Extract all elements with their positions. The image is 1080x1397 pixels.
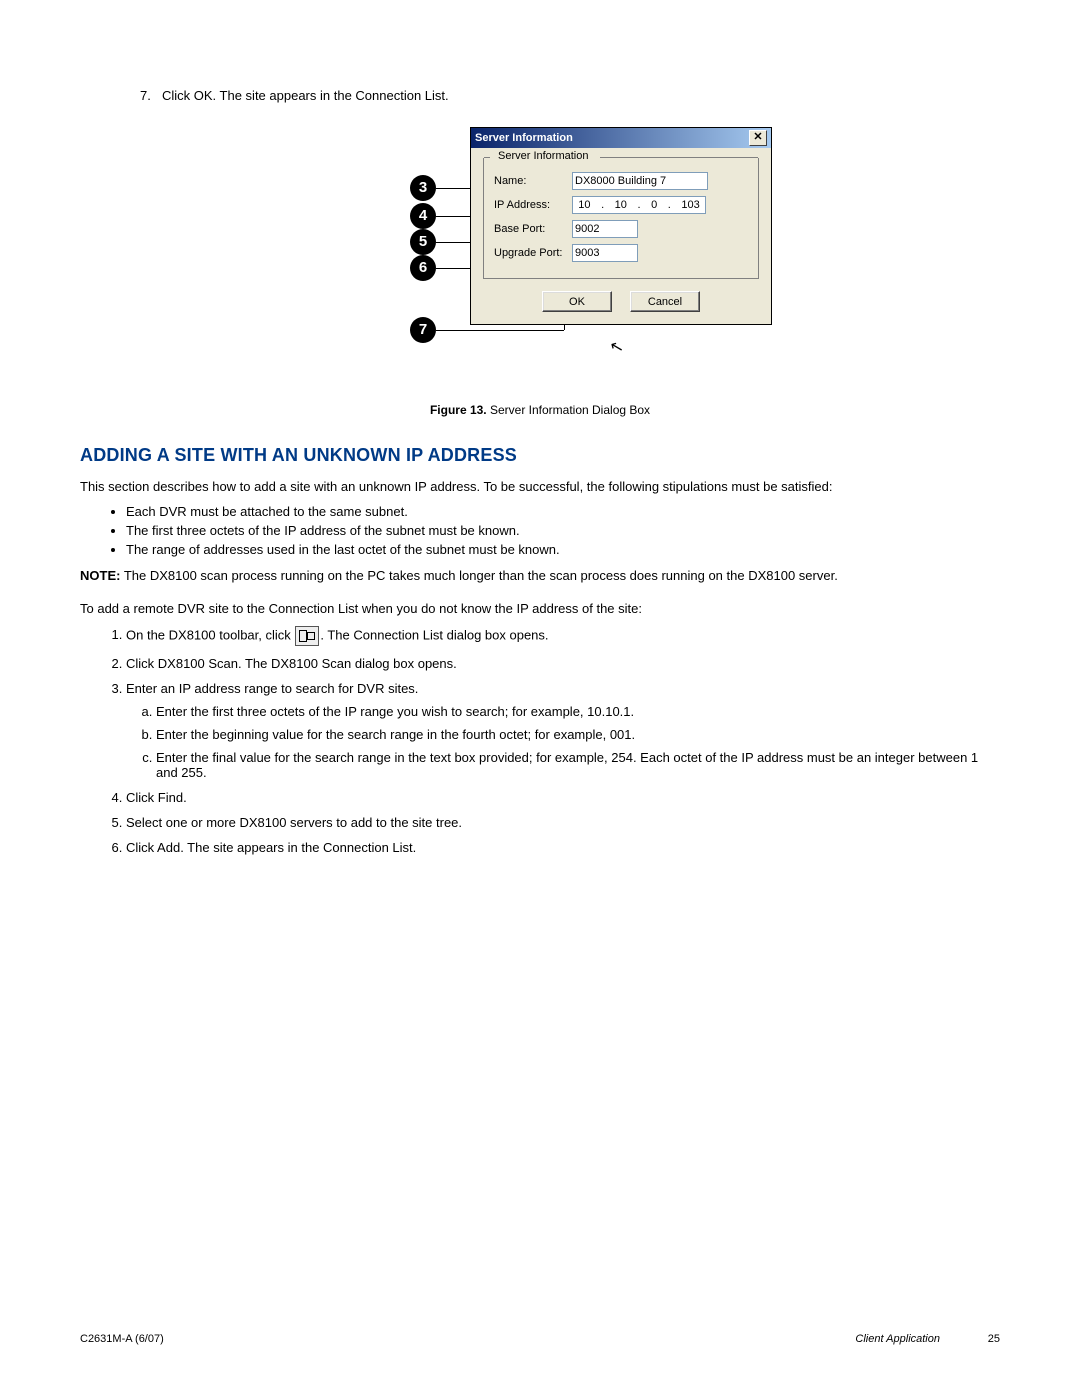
name-input[interactable] — [572, 172, 708, 190]
callout-5: 5 — [410, 229, 436, 255]
step-7: 7.Click OK. The site appears in the Conn… — [140, 88, 1000, 103]
groupbox-legend: Server Information — [494, 150, 592, 162]
name-label: Name: — [494, 175, 572, 187]
cursor-icon: ↖ — [608, 336, 626, 359]
step-4: Click Find. — [126, 790, 1000, 805]
baseport-label: Base Port: — [494, 223, 572, 235]
upgport-input[interactable] — [572, 244, 638, 262]
step-text: Click OK. The site appears in the Connec… — [162, 88, 449, 103]
step-6: Click Add. The site appears in the Conne… — [126, 840, 1000, 855]
step-3b: Enter the beginning value for the search… — [156, 727, 1000, 742]
figure-caption: Figure 13. Server Information Dialog Box — [80, 403, 1000, 417]
stipulations-list: Each DVR must be attached to the same su… — [80, 504, 1000, 557]
dialog-title: Server Information — [475, 132, 573, 144]
steps-list: On the DX8100 toolbar, click . The Conne… — [80, 626, 1000, 855]
intro-para: This section describes how to add a site… — [80, 478, 1000, 496]
list-item: Each DVR must be attached to the same su… — [126, 504, 1000, 519]
ip-label: IP Address: — [494, 199, 572, 211]
step-1: On the DX8100 toolbar, click . The Conne… — [126, 626, 1000, 646]
page-number: 25 — [940, 1333, 1000, 1345]
page-footer: C2631M-A (6/07) Client Application 25 — [80, 1333, 1000, 1345]
close-icon[interactable]: ✕ — [749, 130, 767, 146]
callout-4: 4 — [410, 203, 436, 229]
list-item: The first three octets of the IP address… — [126, 523, 1000, 538]
ip-input[interactable]: 10. 10. 0. 103 — [572, 196, 706, 214]
note: NOTE: The DX8100 scan process running on… — [80, 567, 1000, 585]
footer-left: C2631M-A (6/07) — [80, 1333, 164, 1345]
lead-para: To add a remote DVR site to the Connecti… — [80, 600, 1000, 618]
baseport-input[interactable] — [572, 220, 638, 238]
server-info-dialog: Server Information ✕ Server Information … — [470, 127, 772, 325]
upgport-label: Upgrade Port: — [494, 247, 572, 259]
figure-13: 3 4 5 6 7 Server Information ✕ Server In… — [230, 127, 850, 387]
ok-button[interactable]: OK — [542, 291, 612, 312]
list-item: The range of addresses used in the last … — [126, 542, 1000, 557]
connection-list-icon — [295, 626, 319, 646]
step-3c: Enter the final value for the search ran… — [156, 750, 1000, 780]
callout-3: 3 — [410, 175, 436, 201]
section-heading: ADDING A SITE WITH AN UNKNOWN IP ADDRESS — [80, 445, 1000, 466]
step-3: Enter an IP address range to search for … — [126, 681, 1000, 780]
callout-7: 7 — [410, 317, 436, 343]
step-5: Select one or more DX8100 servers to add… — [126, 815, 1000, 830]
dialog-titlebar: Server Information ✕ — [471, 128, 771, 148]
step-3a: Enter the first three octets of the IP r… — [156, 704, 1000, 719]
footer-mid: Client Application — [855, 1333, 940, 1345]
step-num: 7. — [140, 88, 162, 103]
cancel-button[interactable]: Cancel — [630, 291, 700, 312]
step-2: Click DX8100 Scan. The DX8100 Scan dialo… — [126, 656, 1000, 671]
callout-6: 6 — [410, 255, 436, 281]
